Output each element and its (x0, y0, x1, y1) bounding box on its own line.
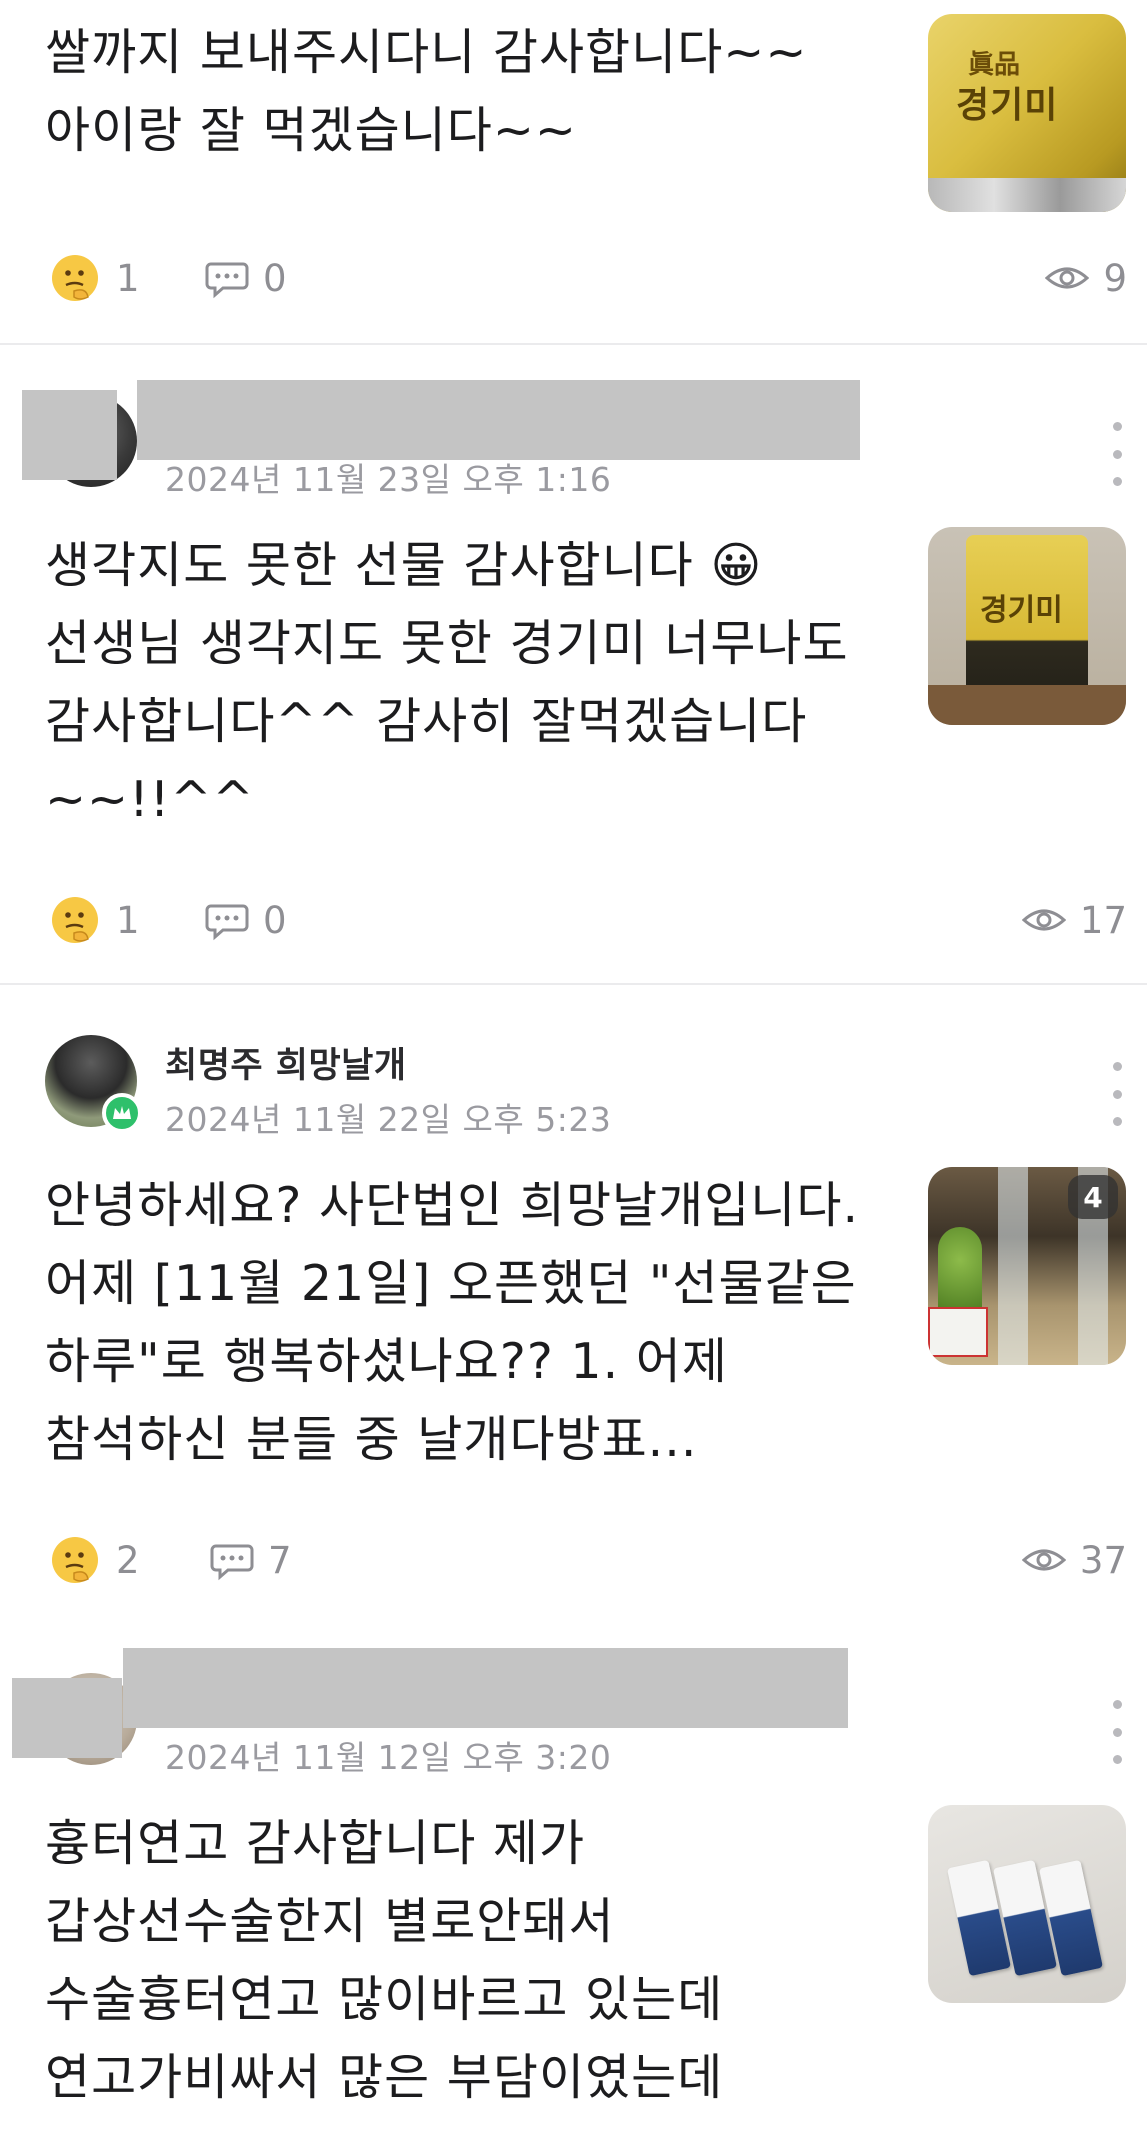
reaction-button[interactable]: 1 (48, 243, 140, 313)
redaction-block (22, 390, 117, 480)
comment-button[interactable]: 7 (210, 1525, 292, 1595)
thumbnail-background (928, 685, 1126, 725)
view-count: 9 (1103, 256, 1127, 300)
comment-count: 0 (263, 898, 287, 942)
reaction-button[interactable]: 2 (48, 1525, 140, 1595)
eye-icon (1045, 267, 1090, 289)
post-thumbnail[interactable] (928, 1805, 1126, 2003)
reaction-count: 2 (116, 1538, 140, 1582)
reaction-count: 1 (116, 256, 140, 300)
comment-button[interactable]: 0 (205, 243, 287, 313)
crown-badge-icon (102, 1093, 142, 1133)
thumbnail-label: 경기미 (956, 85, 1059, 126)
post-stats: 2 7 37 (0, 1525, 1147, 1595)
eye-icon (1021, 909, 1066, 931)
speech-bubble-icon (205, 262, 249, 299)
view-count-display: 17 (1021, 885, 1127, 955)
vertical-ellipsis-icon (1112, 1700, 1122, 1709)
thumbnail-packaging (928, 178, 1126, 212)
comment-count: 7 (268, 1538, 292, 1582)
post-thumbnail[interactable]: 경기미 (928, 527, 1126, 725)
author-name-redaction (137, 380, 860, 460)
thinking-face-emoji-icon (52, 255, 98, 301)
view-count-display: 9 (1045, 243, 1127, 313)
photo-count-badge: 4 (1068, 1175, 1118, 1219)
post-card[interactable]: 최명주 희망날개 2024년 11월 22일 오후 5:23 안녕하세요? 사단… (0, 983, 1147, 1625)
author-row: 2024년 11월 12일 오후 3:20 (0, 1623, 1147, 1777)
post-timestamp: 2024년 11월 22일 오후 5:23 (165, 1100, 612, 1139)
thinking-face-emoji-icon (52, 897, 98, 943)
author-row: 2024년 11월 23일 오후 1:16 (0, 345, 1147, 499)
comment-button[interactable]: 0 (205, 885, 287, 955)
more-options-button[interactable] (1097, 1700, 1137, 1764)
view-count: 17 (1079, 898, 1127, 942)
eye-icon (1021, 1549, 1066, 1571)
post-text: 안녕하세요? 사단법인 희망날개입니다. 어제 [11월 21일] 오픈했던 "… (45, 1177, 860, 1468)
speech-bubble-icon (210, 1544, 254, 1581)
post-thumbnail[interactable]: 4 (928, 1167, 1126, 1365)
author-name[interactable]: 최명주 희망날개 (165, 1037, 407, 1088)
view-count-display: 37 (1021, 1525, 1127, 1595)
post-card[interactable]: 2024년 11월 12일 오후 3:20 흉터연고 감사합니다 제가 갑상선수… (0, 1623, 1147, 2130)
thumbnail-sign (928, 1307, 988, 1357)
reaction-count: 1 (116, 898, 140, 942)
view-count: 37 (1079, 1538, 1127, 1582)
vertical-ellipsis-icon (1112, 1062, 1122, 1071)
post-timestamp: 2024년 11월 23일 오후 1:16 (165, 460, 612, 499)
post-card[interactable]: 쌀까지 보내주시다니 감사합니다~~ 아이랑 잘 먹겠습니다~~ 眞品 경기미 … (0, 0, 1147, 343)
post-card[interactable]: 2024년 11월 23일 오후 1:16 생각지도 못한 선물 감사합니다 😀… (0, 343, 1147, 985)
post-thumbnail[interactable]: 眞品 경기미 (928, 14, 1126, 212)
reaction-button[interactable]: 1 (48, 885, 140, 955)
speech-bubble-icon (205, 904, 249, 941)
post-text: 흉터연고 감사합니다 제가 갑상선수술한지 별로안돼서 수술흉터연고 많이바르고… (45, 1815, 724, 2106)
post-text: 쌀까지 보내주시다니 감사합니다~~ 아이랑 잘 먹겠습니다~~ (45, 24, 808, 159)
vertical-ellipsis-icon (1112, 422, 1122, 431)
thinking-face-emoji-icon (52, 1537, 98, 1583)
post-timestamp: 2024년 11월 12일 오후 3:20 (165, 1738, 612, 1777)
more-options-button[interactable] (1097, 422, 1137, 486)
crown-icon (113, 1106, 131, 1119)
author-name-redaction (123, 1648, 848, 1728)
post-stats: 1 0 9 (0, 243, 1147, 313)
comment-count: 0 (263, 256, 287, 300)
post-text: 생각지도 못한 선물 감사합니다 😀 선생님 생각지도 못한 경기미 너무나도 … (45, 537, 849, 828)
post-stats: 1 0 17 (0, 885, 1147, 955)
more-options-button[interactable] (1097, 1062, 1137, 1126)
post-feed: 쌀까지 보내주시다니 감사합니다~~ 아이랑 잘 먹겠습니다~~ 眞品 경기미 … (0, 0, 1147, 2130)
author-row: 최명주 희망날개 2024년 11월 22일 오후 5:23 (0, 985, 1147, 1139)
thumbnail-label: 경기미 (980, 593, 1063, 628)
redaction-block (12, 1678, 122, 1758)
thumbnail-window (998, 1167, 1028, 1365)
